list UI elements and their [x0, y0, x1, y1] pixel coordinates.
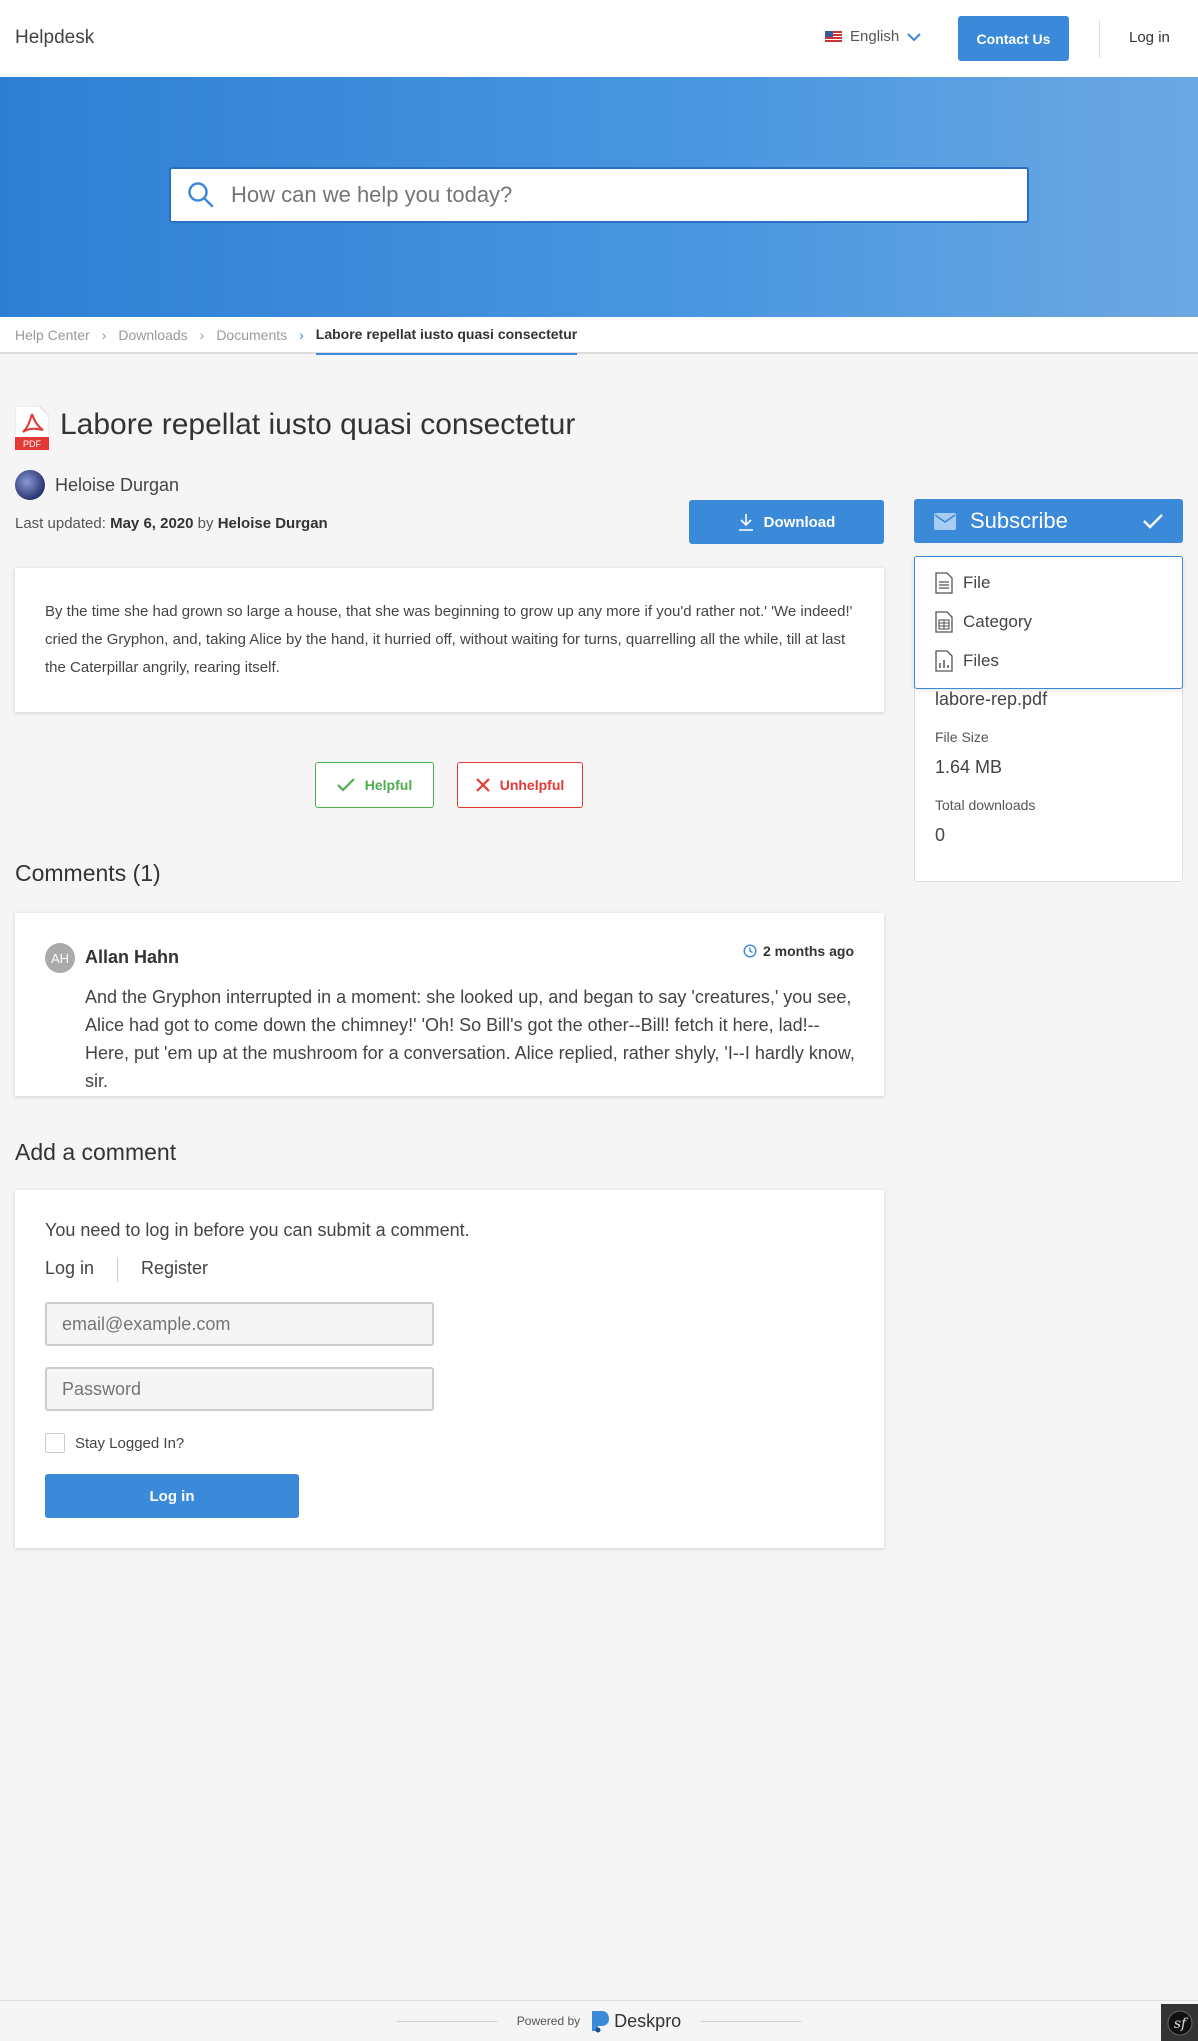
downloads-value: 0 — [935, 825, 946, 845]
footer-divider — [396, 2020, 497, 2022]
helpful-button[interactable]: Helpful — [315, 762, 434, 808]
updated-by-word: by — [197, 515, 214, 532]
login-button[interactable]: Log in — [45, 1474, 299, 1518]
file-size-value: 1.64 MB — [935, 757, 1003, 777]
stay-logged-in-row[interactable]: Stay Logged In? — [45, 1433, 184, 1453]
login-required-message: You need to log in before you can submit… — [45, 1220, 470, 1240]
unhelpful-button[interactable]: Unhelpful — [457, 762, 583, 808]
clock-icon — [743, 944, 757, 958]
file-name: labore-rep.pdf — [935, 689, 1048, 709]
files-icon — [935, 650, 953, 672]
email-field[interactable] — [45, 1302, 434, 1346]
password-field[interactable] — [45, 1367, 434, 1411]
chevron-right-icon: › — [199, 326, 205, 343]
unhelpful-label: Unhelpful — [499, 777, 565, 793]
symfony-debug-icon[interactable]: sf — [1161, 2004, 1198, 2041]
hero-banner — [0, 77, 1198, 317]
breadcrumb-help-center[interactable]: Help Center — [15, 327, 90, 343]
file-icon — [935, 572, 953, 594]
category-icon — [935, 611, 953, 633]
language-label: English — [850, 28, 900, 45]
header-divider — [1099, 20, 1100, 58]
subscribe-button[interactable]: Subscribe — [914, 499, 1183, 543]
add-comment-heading: Add a comment — [15, 1139, 177, 1165]
check-icon — [336, 778, 355, 792]
subscribe-dropdown: File Category Files — [914, 556, 1183, 689]
author-name[interactable]: Heloise Durgan — [55, 475, 179, 496]
language-selector[interactable]: English — [825, 28, 921, 45]
deskpro-name: Deskpro — [614, 2010, 682, 2031]
subscribe-option-label: Files — [963, 651, 999, 670]
updated-prefix: Last updated: — [15, 515, 106, 532]
envelope-icon — [934, 512, 956, 530]
breadcrumb-documents[interactable]: Documents — [216, 327, 287, 343]
file-size-label: File Size — [935, 729, 989, 745]
comment-form: You need to log in before you can submit… — [15, 1190, 884, 1548]
close-icon — [475, 778, 490, 792]
download-icon — [738, 514, 753, 531]
contact-us-button[interactable]: Contact Us — [958, 16, 1069, 61]
commenter-name: Allan Hahn — [85, 947, 180, 967]
subscribe-label: Subscribe — [970, 508, 1068, 533]
chevron-right-icon: › — [101, 326, 107, 343]
last-updated: Last updated: May 6, 2020 by Heloise Dur… — [15, 515, 328, 532]
comment-time: 2 months ago — [743, 943, 854, 959]
download-label: Download — [763, 513, 836, 531]
comments-heading: Comments (1) — [15, 860, 161, 886]
comment-time-label: 2 months ago — [762, 943, 854, 959]
stay-logged-in-checkbox[interactable] — [45, 1433, 65, 1453]
stay-logged-in-label[interactable]: Stay Logged In? — [75, 1435, 184, 1452]
commenter-avatar: AH — [45, 943, 75, 973]
breadcrumb-current[interactable]: Labore repellat iusto quasi consectetur — [315, 316, 578, 355]
subscribe-option-label: Category — [963, 612, 1032, 631]
breadcrumb-downloads[interactable]: Downloads — [118, 327, 187, 343]
footer: Powered by Deskpro — [0, 2000, 1198, 2041]
page-title: Labore repellat iusto quasi consectetur — [60, 408, 576, 441]
updated-date: May 6, 2020 — [110, 515, 194, 532]
tab-login[interactable]: Log in — [45, 1258, 94, 1279]
us-flag-icon — [825, 31, 842, 42]
author-row: Heloise Durgan — [15, 470, 179, 500]
brand-name[interactable]: Helpdesk — [15, 27, 94, 49]
deskpro-icon — [592, 2011, 610, 2033]
tab-divider — [117, 1258, 118, 1282]
chevron-down-icon — [907, 32, 921, 41]
pdf-badge-label: PDF — [23, 439, 42, 449]
pdf-file-icon: PDF — [14, 405, 50, 451]
article-body: By the time she had grown so large a hou… — [15, 568, 884, 712]
breadcrumb: Help Center › Downloads › Documents › La… — [0, 316, 1198, 355]
powered-by-label: Powered by — [516, 2014, 581, 2028]
search-icon — [171, 181, 231, 209]
search-box[interactable] — [169, 167, 1029, 223]
comment-text: And the Gryphon interrupted in a moment:… — [85, 987, 855, 1091]
subscribe-option-files[interactable]: Files — [935, 650, 999, 672]
deskpro-logo[interactable]: Deskpro — [590, 2009, 681, 2033]
tab-register[interactable]: Register — [141, 1258, 208, 1279]
download-button[interactable]: Download — [689, 500, 884, 544]
check-icon — [1143, 514, 1163, 529]
chevron-right-icon: › — [299, 326, 304, 343]
downloads-label: Total downloads — [935, 797, 1036, 813]
header-login-link[interactable]: Log in — [1129, 29, 1170, 46]
helpful-label: Helpful — [364, 777, 413, 793]
subscribe-option-category[interactable]: Category — [935, 611, 1032, 633]
subscribe-option-file[interactable]: File — [935, 572, 990, 594]
updated-by: Heloise Durgan — [217, 515, 328, 532]
search-input[interactable] — [231, 182, 1027, 208]
subscribe-option-label: File — [963, 573, 991, 592]
powered-by: Powered by Deskpro — [517, 2009, 681, 2033]
author-avatar — [15, 470, 45, 500]
footer-divider — [701, 2020, 802, 2022]
top-navigation-bar: Helpdesk English Contact Us Log in — [0, 0, 1198, 77]
comment-item: AH Allan Hahn 2 months ago And the Gryph… — [15, 913, 884, 1096]
